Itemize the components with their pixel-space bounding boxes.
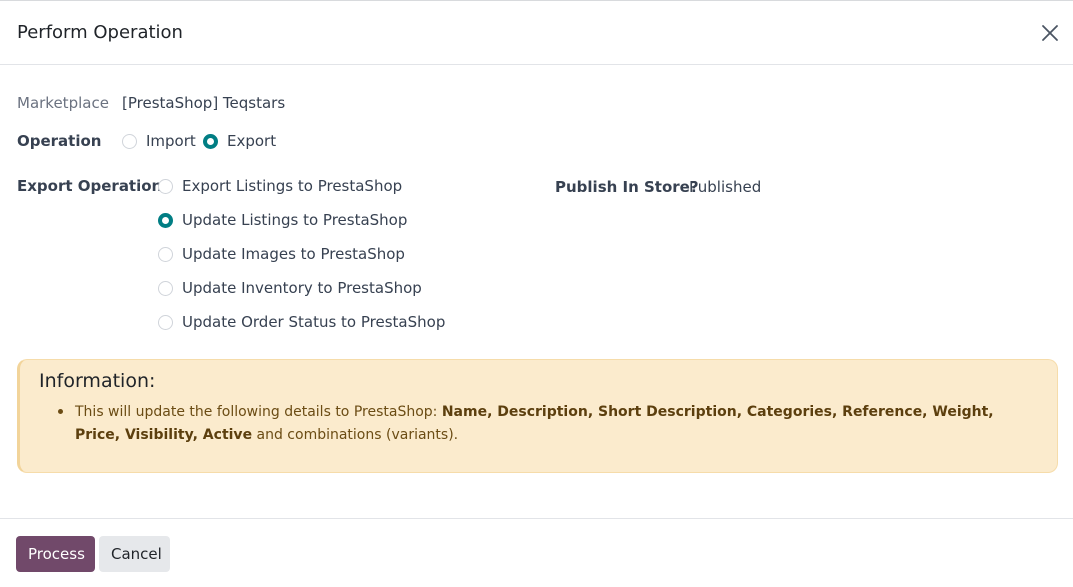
dialog-footer: Process Cancel xyxy=(0,518,1073,587)
cancel-button[interactable]: Cancel xyxy=(99,536,170,572)
information-text-prefix: This will update the following details t… xyxy=(75,404,442,420)
perform-operation-dialog: Perform Operation Marketplace [PrestaSho… xyxy=(0,0,1073,587)
radio-label: Export xyxy=(227,132,277,150)
export-option-export-listings[interactable]: Export Listings to PrestaShop xyxy=(158,176,402,196)
close-icon[interactable] xyxy=(1038,21,1062,45)
information-text-suffix: and combinations (variants). xyxy=(252,427,459,443)
export-operation-label: Export Operation xyxy=(17,177,163,195)
process-button[interactable]: Process xyxy=(16,536,95,572)
dialog-title: Perform Operation xyxy=(17,22,183,43)
operation-label: Operation xyxy=(17,132,102,150)
bullet-icon xyxy=(58,409,63,414)
radio-label: Update Inventory to PrestaShop xyxy=(182,279,422,297)
export-option-update-images[interactable]: Update Images to PrestaShop xyxy=(158,244,405,264)
radio-unchecked-icon[interactable] xyxy=(158,178,173,194)
dialog-header: Perform Operation xyxy=(0,1,1073,65)
radio-unchecked-icon[interactable] xyxy=(158,314,173,330)
marketplace-label: Marketplace xyxy=(17,94,109,112)
export-option-update-inventory[interactable]: Update Inventory to PrestaShop xyxy=(158,278,422,298)
information-alert: Information: This will update the follow… xyxy=(17,359,1058,473)
radio-label: Update Images to PrestaShop xyxy=(182,245,405,263)
information-text: This will update the following details t… xyxy=(75,401,1015,447)
information-heading: Information: xyxy=(39,370,156,392)
radio-label: Update Listings to PrestaShop xyxy=(182,211,408,229)
marketplace-value: [PrestaShop] Teqstars xyxy=(122,94,286,112)
radio-unchecked-icon[interactable] xyxy=(158,280,173,296)
operation-radio-import[interactable]: Import xyxy=(122,131,196,151)
publish-in-store-label: Publish In Store? xyxy=(555,178,699,196)
export-option-update-listings[interactable]: Update Listings to PrestaShop xyxy=(158,210,407,230)
operation-radio-export[interactable]: Export xyxy=(203,131,276,151)
radio-checked-icon[interactable] xyxy=(203,133,218,149)
export-option-update-order-status[interactable]: Update Order Status to PrestaShop xyxy=(158,312,445,332)
radio-checked-icon[interactable] xyxy=(158,212,173,228)
radio-unchecked-icon[interactable] xyxy=(158,246,173,262)
radio-unchecked-icon[interactable] xyxy=(122,133,137,149)
radio-label: Export Listings to PrestaShop xyxy=(182,177,403,195)
radio-label: Import xyxy=(146,132,196,150)
radio-label: Update Order Status to PrestaShop xyxy=(182,313,446,331)
publish-in-store-value[interactable]: Published xyxy=(689,177,761,197)
